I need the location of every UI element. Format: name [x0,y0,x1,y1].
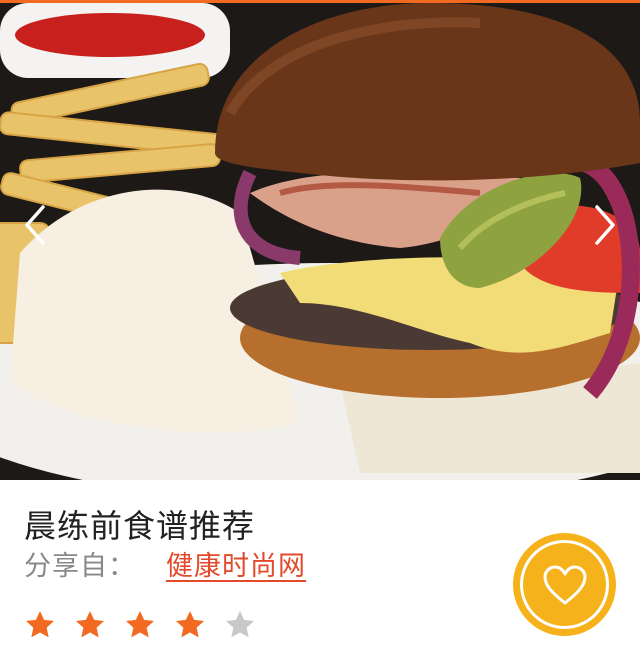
carousel-prev-button[interactable] [12,202,58,248]
chevron-right-icon [595,205,615,245]
hero-image [0,3,640,480]
heart-icon [543,565,586,604]
carousel-next-button[interactable] [582,202,628,248]
burger-photo [0,3,640,480]
favorite-button[interactable] [513,533,616,636]
star-filled-icon[interactable] [24,609,56,641]
chevron-left-icon [25,205,45,245]
star-empty-icon[interactable] [224,609,256,641]
star-filled-icon[interactable] [124,609,156,641]
rating-stars[interactable] [24,609,256,641]
shared-from-row: 分享自： 健康时尚网 [24,549,306,585]
shared-from-label: 分享自： [24,551,136,582]
star-filled-icon[interactable] [174,609,206,641]
star-filled-icon[interactable] [74,609,106,641]
shared-source-link[interactable]: 健康时尚网 [166,549,306,585]
recipe-title: 晨练前食谱推荐 [24,507,256,545]
